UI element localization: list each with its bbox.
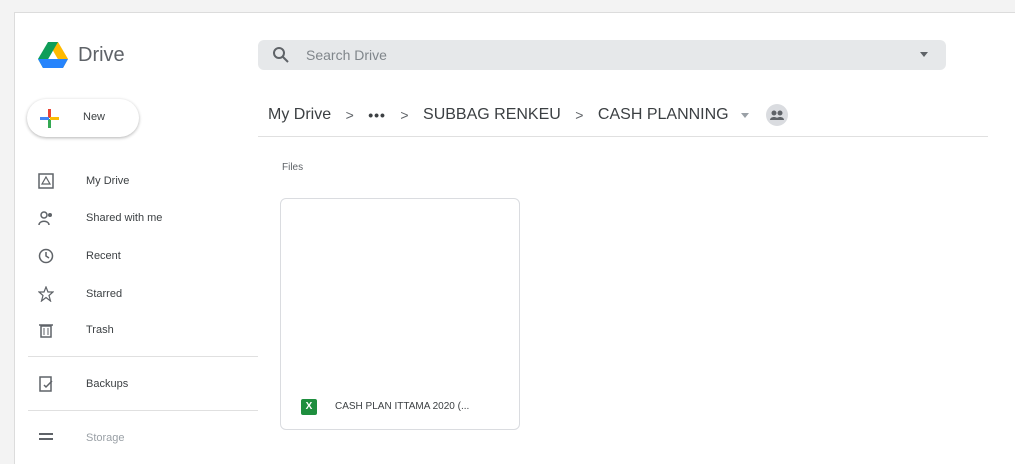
chevron-right-icon: > [345,107,354,123]
breadcrumb-current-folder[interactable]: CASH PLANNING [598,106,729,124]
header-divider [258,136,988,137]
search-input[interactable]: Search Drive [306,47,387,63]
star-icon [38,286,54,302]
breadcrumb: My Drive > ••• > SUBBAG RENKEU > CASH PL… [268,104,788,128]
sidebar-item-label: My Drive [86,175,130,187]
search-bar[interactable]: Search Drive [258,40,946,70]
shared-icon [38,211,52,226]
shared-folder-icon[interactable] [765,104,788,126]
spreadsheet-icon: X [301,399,317,415]
breadcrumb-subbag-renkeu[interactable]: SUBBAG RENKEU [423,106,561,124]
new-button-label: New [83,111,106,123]
sidebar-item-recent[interactable]: Recent [38,248,258,270]
chevron-right-icon: > [400,107,409,123]
clock-icon [38,248,54,264]
search-icon [273,47,289,63]
sidebar-item-shared[interactable]: Shared with me [38,210,258,232]
backup-icon [39,376,53,392]
drive-logo-icon [38,42,68,68]
new-button[interactable]: New [27,99,139,137]
trash-icon [39,324,53,338]
storage-icon [39,433,53,440]
plus-icon [40,109,59,128]
sidebar-divider [28,410,258,411]
sidebar-item-storage[interactable]: Storage [38,430,258,452]
app-name: Drive [78,44,125,66]
sidebar-item-label: Trash [86,324,114,336]
sidebar-item-label: Backups [86,378,129,390]
files-section-title: Files [282,162,304,173]
sidebar-item-label: Storage [86,432,125,444]
breadcrumb-my-drive[interactable]: My Drive [268,106,331,124]
breadcrumb-ellipsis[interactable]: ••• [368,107,386,123]
my-drive-icon [38,173,54,189]
chevron-right-icon: > [575,107,584,123]
sidebar-item-trash[interactable]: Trash [38,322,258,344]
chevron-down-icon[interactable] [741,112,750,118]
file-card[interactable]: X CASH PLAN ITTAMA 2020 (... [280,198,520,430]
sidebar-item-label: Shared with me [86,212,163,224]
sidebar-item-backups[interactable]: Backups [38,376,258,398]
search-options-icon[interactable] [920,52,928,57]
sidebar-divider [28,356,258,357]
sidebar-item-label: Recent [86,250,121,262]
sidebar-item-my-drive[interactable]: My Drive [38,173,258,195]
file-name: CASH PLAN ITTAMA 2020 (... [335,401,470,412]
sidebar-item-starred[interactable]: Starred [38,286,258,308]
sidebar-item-label: Starred [86,288,123,300]
